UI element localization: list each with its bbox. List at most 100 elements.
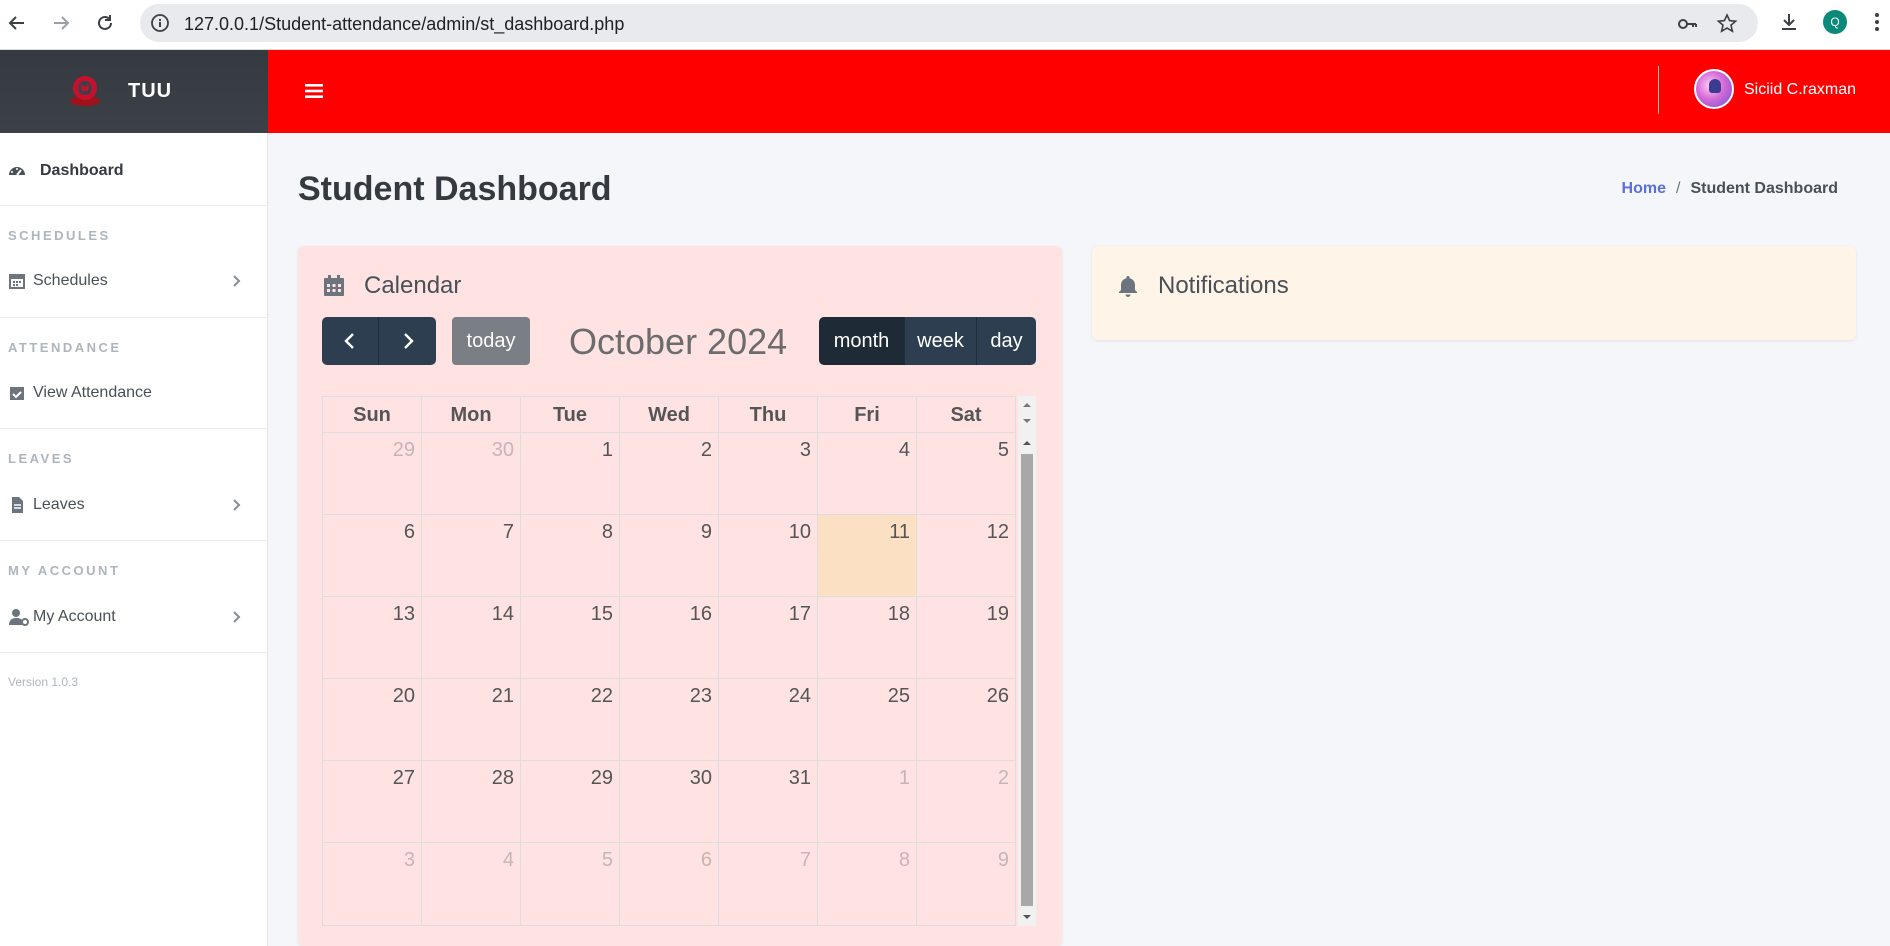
calendar-day-cell[interactable]: 6 bbox=[323, 515, 422, 596]
calendar-day-cell[interactable]: 5 bbox=[521, 843, 620, 925]
calendar-day-cell[interactable]: 6 bbox=[620, 843, 719, 925]
next-month-button[interactable] bbox=[379, 317, 436, 365]
day-number[interactable]: 27 bbox=[393, 767, 415, 790]
day-number[interactable]: 15 bbox=[591, 603, 613, 626]
day-number[interactable]: 10 bbox=[789, 521, 811, 544]
site-info-icon[interactable] bbox=[150, 13, 170, 33]
calendar-day-cell[interactable]: 3 bbox=[719, 433, 818, 514]
calendar-day-cell[interactable]: 4 bbox=[422, 843, 521, 925]
day-number[interactable]: 8 bbox=[602, 521, 613, 544]
day-number[interactable]: 18 bbox=[888, 603, 910, 626]
day-number[interactable]: 1 bbox=[899, 767, 910, 790]
calendar-day-cell[interactable]: 22 bbox=[521, 679, 620, 760]
forward-icon[interactable] bbox=[46, 8, 76, 38]
calendar-day-cell[interactable]: 7 bbox=[719, 843, 818, 925]
calendar-day-cell[interactable]: 25 bbox=[818, 679, 917, 760]
day-number[interactable]: 19 bbox=[987, 603, 1009, 626]
day-number[interactable]: 25 bbox=[888, 685, 910, 708]
day-number[interactable]: 4 bbox=[899, 439, 910, 462]
calendar-day-cell[interactable]: 18 bbox=[818, 597, 917, 678]
calendar-day-cell[interactable]: 15 bbox=[521, 597, 620, 678]
calendar-day-cell[interactable]: 23 bbox=[620, 679, 719, 760]
day-number[interactable]: 8 bbox=[899, 849, 910, 872]
day-number[interactable]: 20 bbox=[393, 685, 415, 708]
day-number[interactable]: 11 bbox=[889, 521, 910, 544]
calendar-day-cell[interactable]: 30 bbox=[620, 761, 719, 842]
calendar-day-cell[interactable]: 13 bbox=[323, 597, 422, 678]
day-number[interactable]: 26 bbox=[987, 685, 1009, 708]
calendar-day-cell[interactable]: 20 bbox=[323, 679, 422, 760]
calendar-day-cell[interactable]: 8 bbox=[521, 515, 620, 596]
day-number[interactable]: 13 bbox=[393, 603, 415, 626]
day-number[interactable]: 28 bbox=[492, 767, 514, 790]
day-number[interactable]: 3 bbox=[404, 849, 415, 872]
bookmark-star-icon[interactable] bbox=[1716, 13, 1738, 35]
calendar-day-cell[interactable]: 31 bbox=[719, 761, 818, 842]
calendar-day-cell[interactable]: 8 bbox=[818, 843, 917, 925]
sidebar-item-view-attendance[interactable]: View Attendance bbox=[0, 373, 268, 413]
day-number[interactable]: 29 bbox=[393, 439, 415, 462]
calendar-day-cell[interactable]: 26 bbox=[917, 679, 1015, 760]
calendar-day-cell[interactable]: 16 bbox=[620, 597, 719, 678]
day-number[interactable]: 30 bbox=[492, 439, 514, 462]
day-number[interactable]: 31 bbox=[789, 767, 811, 790]
day-number[interactable]: 24 bbox=[789, 685, 811, 708]
sidebar-item-leaves[interactable]: Leaves bbox=[0, 485, 268, 525]
calendar-day-cell[interactable]: 1 bbox=[818, 761, 917, 842]
scroll-down-icon[interactable] bbox=[1022, 912, 1032, 922]
address-bar[interactable]: 127.0.0.1/Student-attendance/admin/st_da… bbox=[140, 4, 1758, 42]
calendar-day-cell[interactable]: 29 bbox=[323, 433, 422, 514]
scroll-up-icon[interactable] bbox=[1022, 438, 1032, 448]
day-number[interactable]: 22 bbox=[591, 685, 613, 708]
calendar-day-cell[interactable]: 21 bbox=[422, 679, 521, 760]
day-number[interactable]: 5 bbox=[998, 439, 1009, 462]
day-number[interactable]: 12 bbox=[987, 521, 1009, 544]
calendar-day-cell[interactable]: 9 bbox=[620, 515, 719, 596]
day-number[interactable]: 14 bbox=[492, 603, 514, 626]
profile-avatar[interactable]: Q bbox=[1822, 9, 1848, 35]
day-number[interactable]: 7 bbox=[800, 849, 811, 872]
sidebar-item-schedules[interactable]: Schedules bbox=[0, 261, 268, 301]
calendar-day-cell[interactable]: 30 bbox=[422, 433, 521, 514]
user-avatar[interactable] bbox=[1694, 69, 1734, 109]
day-number[interactable]: 6 bbox=[701, 849, 712, 872]
calendar-scrollbar[interactable] bbox=[1018, 396, 1036, 926]
calendar-day-cell[interactable]: 7 bbox=[422, 515, 521, 596]
scrollbar-thumb[interactable] bbox=[1021, 454, 1033, 906]
day-number[interactable]: 2 bbox=[998, 767, 1009, 790]
breadcrumb-home-link[interactable]: Home bbox=[1622, 180, 1666, 198]
calendar-day-cell[interactable]: 10 bbox=[719, 515, 818, 596]
calendar-day-cell[interactable]: 9 bbox=[917, 843, 1015, 925]
calendar-day-cell[interactable]: 12 bbox=[917, 515, 1015, 596]
calendar-day-cell[interactable]: 14 bbox=[422, 597, 521, 678]
hamburger-menu-icon[interactable] bbox=[304, 81, 324, 101]
user-name[interactable]: Siciid C.raxman bbox=[1744, 81, 1856, 99]
day-number[interactable]: 4 bbox=[503, 849, 514, 872]
day-number[interactable]: 5 bbox=[602, 849, 613, 872]
day-number[interactable]: 30 bbox=[690, 767, 712, 790]
day-number[interactable]: 9 bbox=[998, 849, 1009, 872]
day-number[interactable]: 23 bbox=[690, 685, 712, 708]
day-number[interactable]: 3 bbox=[800, 439, 811, 462]
back-icon[interactable] bbox=[2, 8, 32, 38]
day-number[interactable]: 7 bbox=[503, 521, 514, 544]
day-number[interactable]: 17 bbox=[789, 603, 811, 626]
password-key-icon[interactable] bbox=[1676, 13, 1698, 35]
calendar-day-today[interactable]: 11 bbox=[818, 515, 917, 596]
view-day-button[interactable]: day bbox=[977, 317, 1036, 365]
calendar-day-cell[interactable]: 27 bbox=[323, 761, 422, 842]
calendar-day-cell[interactable]: 17 bbox=[719, 597, 818, 678]
brand-area[interactable]: TUU bbox=[0, 50, 268, 133]
day-number[interactable]: 6 bbox=[404, 521, 415, 544]
view-week-button[interactable]: week bbox=[905, 317, 977, 365]
calendar-day-cell[interactable]: 19 bbox=[917, 597, 1015, 678]
day-number[interactable]: 1 bbox=[602, 439, 613, 462]
day-number[interactable]: 21 bbox=[492, 685, 514, 708]
browser-menu-icon[interactable] bbox=[1864, 9, 1890, 35]
prev-month-button[interactable] bbox=[322, 317, 379, 365]
reload-icon[interactable] bbox=[90, 8, 120, 38]
scroll-up-icon[interactable] bbox=[1022, 400, 1032, 410]
url-text[interactable]: 127.0.0.1/Student-attendance/admin/st_da… bbox=[184, 14, 624, 35]
sidebar-item-dashboard[interactable]: Dashboard bbox=[0, 151, 268, 191]
view-month-button[interactable]: month bbox=[819, 317, 905, 365]
